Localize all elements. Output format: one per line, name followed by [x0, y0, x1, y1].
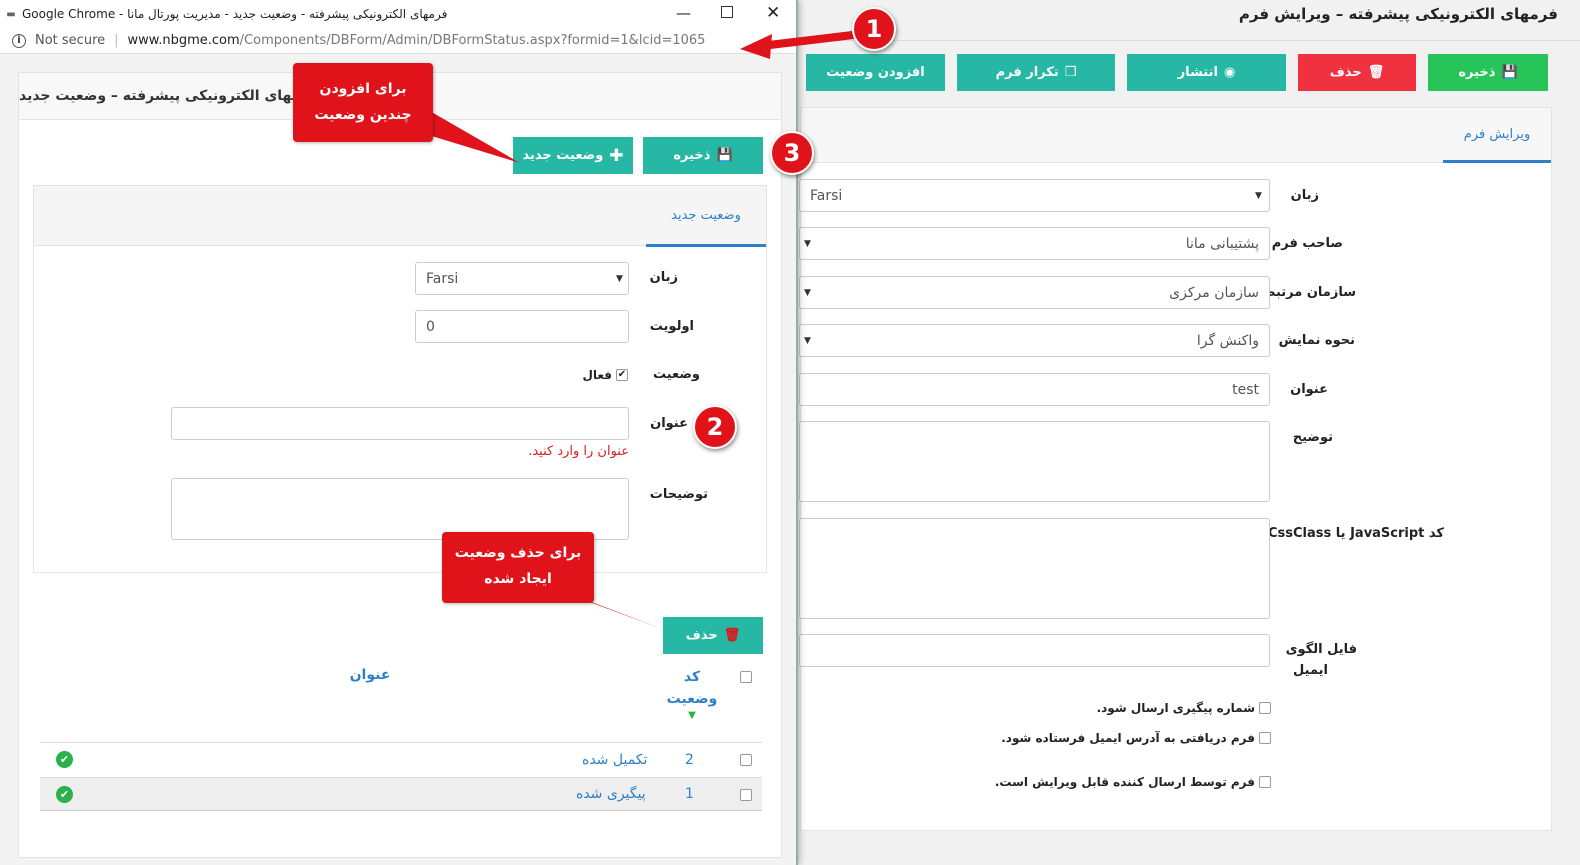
callout-add-statuses: برای افزودن چندین وضعیت [293, 63, 433, 142]
annotation-arrows [412, 31, 854, 630]
step-badge-1: 1 [852, 7, 896, 51]
step-badge-3: 3 [770, 131, 814, 175]
callout-delete-status: برای حذف وضعیت ایجاد شده [442, 532, 594, 603]
step-badge-2: 2 [693, 405, 737, 449]
